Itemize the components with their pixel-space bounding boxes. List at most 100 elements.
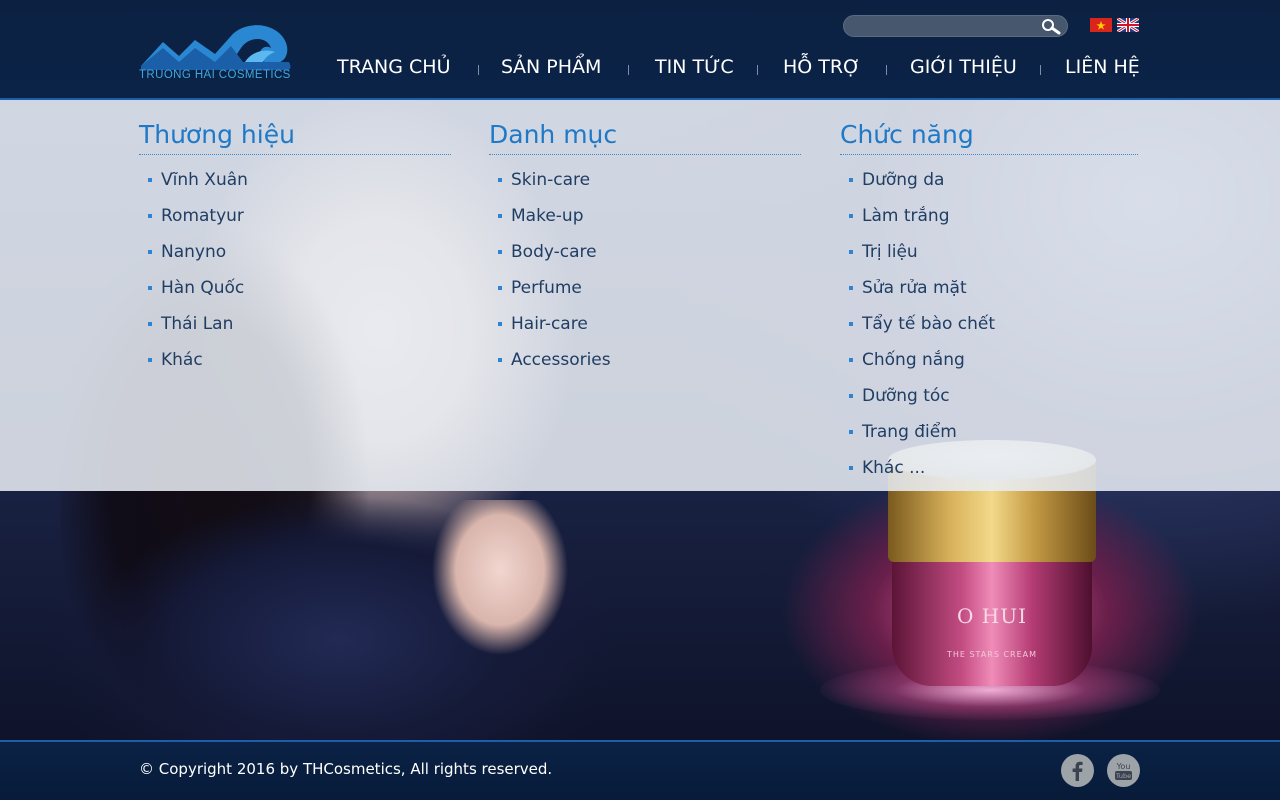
nav-separator (628, 65, 629, 75)
nav-item-lien-he[interactable]: LIÊN HỆ (1065, 56, 1140, 82)
bullet-icon (498, 286, 502, 290)
bullet-icon (849, 394, 853, 398)
bullet-icon (849, 250, 853, 254)
menu-item[interactable]: Tẩy tế bào chết (840, 311, 1138, 347)
bullet-icon (849, 286, 853, 290)
menu-list: Skin-care Make-up Body-care Perfume Hair… (489, 167, 801, 383)
menu-item[interactable]: Accessories (489, 347, 801, 383)
nav-item-trang-chu[interactable]: TRANG CHỦ (337, 56, 450, 82)
menu-item-label: Perfume (511, 278, 582, 298)
menu-column-title: Danh mục (489, 120, 618, 149)
menu-item-label: Vĩnh Xuân (161, 170, 248, 190)
nav-item-tin-tuc[interactable]: TIN TỨC (655, 56, 734, 82)
menu-column-title: Thương hiệu (139, 120, 295, 149)
bullet-icon (849, 466, 853, 470)
menu-item[interactable]: Vĩnh Xuân (139, 167, 451, 203)
menu-item-label: Trị liệu (862, 242, 918, 262)
menu-item-label: Skin-care (511, 170, 591, 190)
bullet-icon (148, 214, 152, 218)
site-footer: © Copyright 2016 by THCosmetics, All rig… (0, 740, 1280, 800)
nav-separator (886, 65, 887, 75)
bullet-icon (498, 178, 502, 182)
search-input[interactable] (854, 18, 1034, 34)
svg-text:Tube: Tube (1115, 772, 1131, 780)
menu-item[interactable]: Skin-care (489, 167, 801, 203)
menu-item-label: Accessories (511, 350, 611, 370)
nav-separator (478, 65, 479, 75)
bullet-icon (148, 358, 152, 362)
menu-item[interactable]: Hair-care (489, 311, 801, 347)
facebook-icon (1072, 761, 1083, 781)
menu-item-label: Make-up (511, 206, 584, 226)
product-name: THE STARS CREAM (946, 650, 1038, 659)
search-icon[interactable] (1040, 18, 1062, 35)
logo-text[interactable]: TRUONG HAI COSMETICS (139, 69, 299, 81)
menu-item[interactable]: Hàn Quốc (139, 275, 451, 311)
menu-item-label: Chống nắng (862, 350, 965, 370)
nav-separator (757, 65, 758, 75)
bullet-icon (849, 358, 853, 362)
menu-item-label: Hair-care (511, 314, 588, 334)
menu-item[interactable]: Romatyur (139, 203, 451, 239)
menu-item[interactable]: Thái Lan (139, 311, 451, 347)
hero-model-hand (420, 500, 600, 680)
bullet-icon (148, 322, 152, 326)
bullet-icon (849, 178, 853, 182)
menu-item[interactable]: Chống nắng (840, 347, 1138, 383)
menu-item-label: Romatyur (161, 206, 244, 226)
menu-item[interactable]: Làm trắng (840, 203, 1138, 239)
menu-item-label: Trang điểm (862, 422, 957, 442)
menu-item-label: Dưỡng tóc (862, 386, 950, 406)
menu-item[interactable]: Trang điểm (840, 419, 1138, 455)
menu-item-label: Dưỡng da (862, 170, 945, 190)
menu-item-label: Hàn Quốc (161, 278, 245, 298)
menu-item-label: Tẩy tế bào chết (862, 314, 996, 334)
menu-item-label: Thái Lan (161, 314, 234, 334)
youtube-button[interactable]: You Tube (1107, 754, 1140, 787)
menu-item-label: Nanyno (161, 242, 227, 262)
menu-item[interactable]: Trị liệu (840, 239, 1138, 275)
menu-column-title: Chức năng (840, 120, 974, 149)
copyright-text: © Copyright 2016 by THCosmetics, All rig… (139, 760, 553, 778)
menu-item[interactable]: Make-up (489, 203, 801, 239)
menu-column-functions: Chức năng Dưỡng da Làm trắng Trị liệu Sử… (840, 120, 1138, 491)
bullet-icon (148, 178, 152, 182)
uk-flag-icon[interactable] (1117, 18, 1139, 32)
menu-item-label: Khác (161, 350, 203, 370)
bullet-icon (148, 250, 152, 254)
bullet-icon (498, 358, 502, 362)
bullet-icon (498, 250, 502, 254)
menu-list: Dưỡng da Làm trắng Trị liệu Sửa rửa mặt … (840, 167, 1138, 491)
bullet-icon (849, 214, 853, 218)
menu-item[interactable]: Dưỡng tóc (840, 383, 1138, 419)
menu-item[interactable]: Dưỡng da (840, 167, 1138, 203)
product-brand: O HUI (957, 604, 1027, 628)
menu-item[interactable]: Perfume (489, 275, 801, 311)
facebook-button[interactable] (1061, 754, 1094, 787)
bullet-icon (849, 322, 853, 326)
nav-separator (1040, 65, 1041, 75)
bullet-icon (498, 322, 502, 326)
menu-item-label: Body-care (511, 242, 597, 262)
menu-item[interactable]: Body-care (489, 239, 801, 275)
menu-item[interactable]: Khác (139, 347, 451, 383)
menu-item[interactable]: Khác ... (840, 455, 1138, 491)
svg-text:You: You (1116, 762, 1131, 771)
menu-item[interactable]: Sửa rửa mặt (840, 275, 1138, 311)
menu-item-label: Làm trắng (862, 206, 950, 226)
search-box (843, 15, 1068, 37)
menu-list: Vĩnh Xuân Romatyur Nanyno Hàn Quốc Thái … (139, 167, 451, 383)
nav-item-ho-tro[interactable]: HỖ TRỢ (783, 56, 860, 82)
bullet-icon (849, 430, 853, 434)
youtube-icon: You Tube (1115, 762, 1132, 780)
menu-column-divider (489, 154, 801, 155)
vietnam-flag-icon[interactable] (1090, 18, 1112, 32)
bullet-icon (498, 214, 502, 218)
menu-column-divider (840, 154, 1138, 155)
menu-column-categories: Danh mục Skin-care Make-up Body-care Per… (489, 120, 801, 383)
menu-item[interactable]: Nanyno (139, 239, 451, 275)
bullet-icon (148, 286, 152, 290)
site-header: TRUONG HAI COSMETICS TRANG CHỦ SẢN PHẨM … (0, 0, 1280, 100)
nav-item-gioi-thieu[interactable]: GIỚI THIỆU (910, 56, 1017, 82)
nav-item-san-pham[interactable]: SẢN PHẨM (501, 56, 601, 82)
